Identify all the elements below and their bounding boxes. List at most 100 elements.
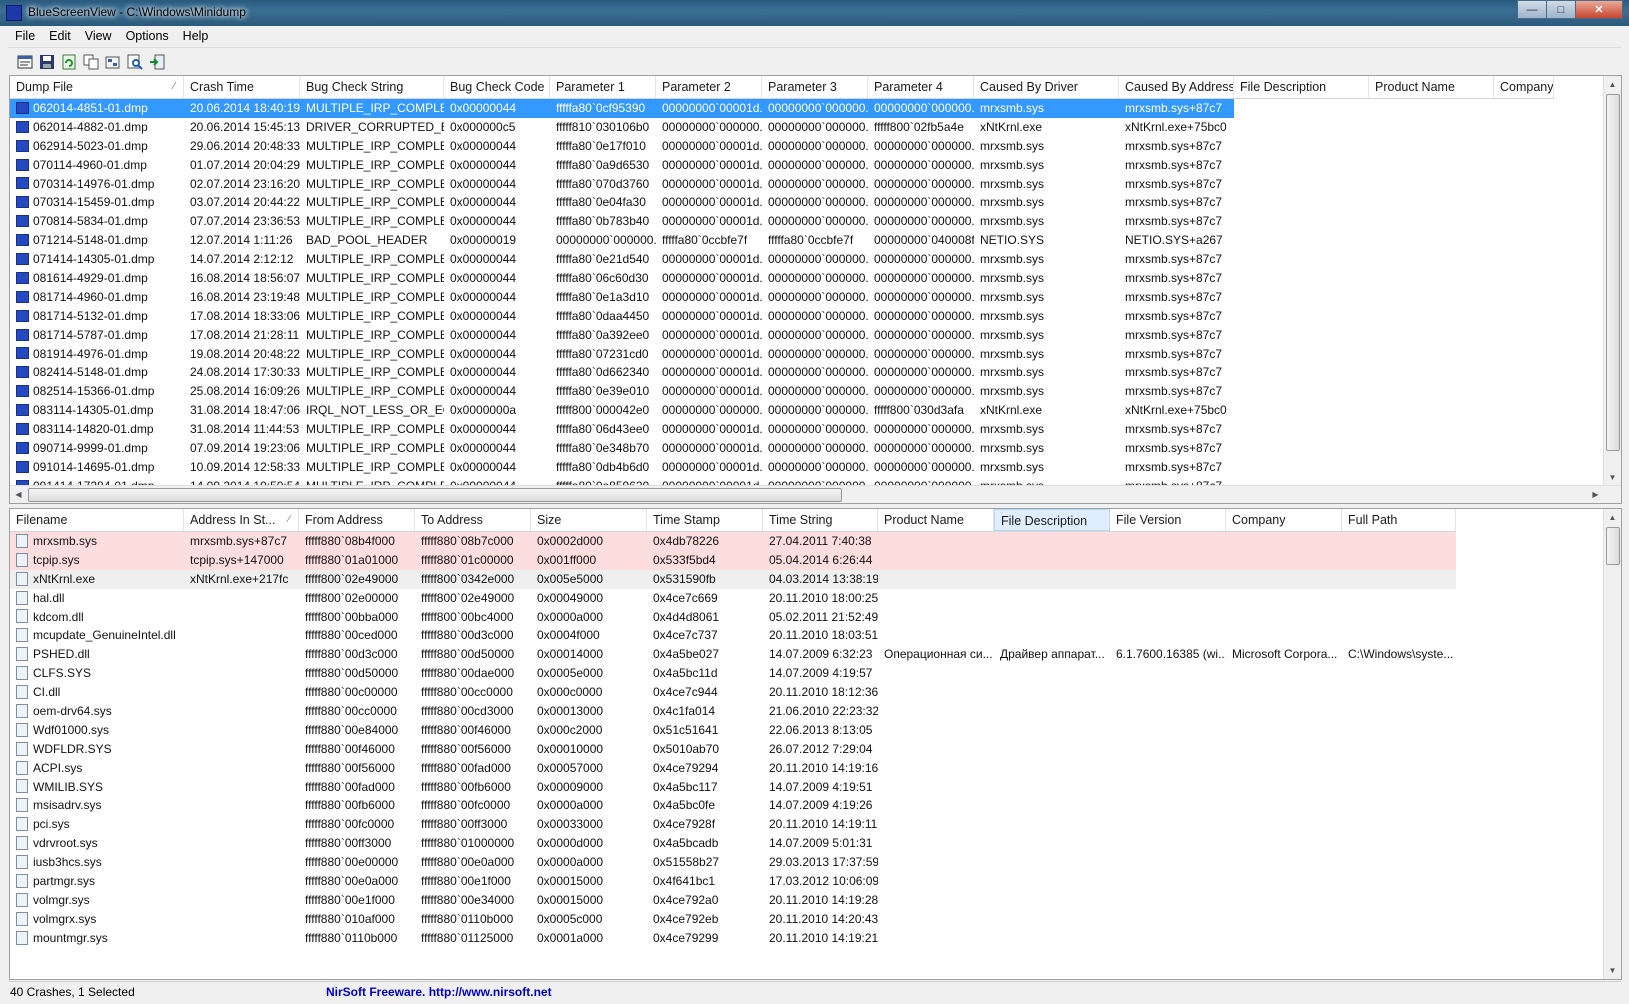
scroll-thumb[interactable]: [28, 488, 842, 502]
table-row[interactable]: 062014-4851-01.dmp 20.06.2014 18:40:19 MUL…: [10, 99, 1234, 118]
table-row[interactable]: 081614-4929-01.dmp 16.08.2014 18:56:07 MUL…: [10, 269, 1234, 288]
crash-list-horizontal-scrollbar[interactable]: ◀ ▶: [10, 485, 1621, 503]
table-row[interactable]: msisadrv.sys fffff880`00fb6000 fffff880`00…: [10, 796, 1456, 815]
table-row[interactable]: 091014-14695-01.dmp 10.09.2014 12:58:33 MU…: [10, 458, 1234, 477]
table-row[interactable]: tcpip.sys tcpip.sys+147000 fffff880`01a010…: [10, 550, 1456, 570]
menu-file[interactable]: File: [8, 27, 42, 47]
nirsoft-link[interactable]: NirSoft Freeware. http://www.nirsoft.net: [310, 985, 552, 999]
menu-view[interactable]: View: [78, 27, 119, 47]
properties-icon[interactable]: [16, 53, 34, 71]
table-row[interactable]: iusb3hcs.sys fffff880`00e00000 fffff880`00…: [10, 853, 1456, 872]
column-header-from-address[interactable]: From Address: [299, 509, 415, 531]
column-header-size[interactable]: Size: [531, 509, 647, 531]
scroll-down-icon[interactable]: ▼: [1604, 962, 1621, 979]
cell-address-in-st: [184, 626, 299, 645]
table-row[interactable]: 090714-9999-01.dmp 07.09.2014 19:23:06 MUL…: [10, 439, 1234, 458]
table-row[interactable]: 081714-4960-01.dmp 16.08.2014 23:19:48 MUL…: [10, 288, 1234, 307]
table-row[interactable]: mcupdate_GenuineIntel.dll fffff880`00ced0…: [10, 626, 1456, 645]
driver-list[interactable]: Filename Address In St... ⁄ From Address To …: [9, 508, 1622, 980]
column-header-company[interactable]: Company: [1226, 509, 1342, 531]
table-row[interactable]: vdrvroot.sys fffff880`00ff3000 fffff880`01…: [10, 834, 1456, 853]
table-row[interactable]: xNtKrnl.exe xNtKrnl.exe+217fc fffff800`02e…: [10, 569, 1456, 589]
table-row[interactable]: volmgr.sys fffff880`00e1f000 fffff880`00e3…: [10, 891, 1456, 910]
table-row[interactable]: CI.dll fffff880`00c00000 fffff880`00cc0000…: [10, 683, 1456, 702]
column-header-full-path[interactable]: Full Path: [1342, 509, 1456, 531]
table-row[interactable]: 071214-5148-01.dmp 12.07.2014 1:11:26 BAD_…: [10, 231, 1234, 250]
table-row[interactable]: 070314-14976-01.dmp 02.07.2014 23:16:20 MU…: [10, 175, 1234, 194]
table-row[interactable]: 070314-15459-01.dmp 03.07.2014 20:44:22 MU…: [10, 193, 1234, 212]
table-row[interactable]: kdcom.dll fffff800`00bba000 fffff800`00bc4…: [10, 608, 1456, 627]
column-header-file-description[interactable]: File Description: [994, 509, 1110, 531]
column-header-company[interactable]: Company: [1494, 76, 1554, 98]
driver-list-vertical-scrollbar[interactable]: ▲ ▼: [1603, 509, 1621, 979]
column-header-time-string[interactable]: Time String: [763, 509, 878, 531]
column-header-crash-time[interactable]: Crash Time: [184, 76, 300, 98]
table-row[interactable]: mrxsmb.sys mrxsmb.sys+87c7 fffff880`08b4f0…: [10, 532, 1456, 551]
table-row[interactable]: 062014-4882-01.dmp 20.06.2014 15:45:13 DRI…: [10, 118, 1234, 137]
column-header-time-stamp[interactable]: Time Stamp: [647, 509, 763, 531]
table-row[interactable]: oem-drv64.sys fffff880`00cc0000 fffff880`0…: [10, 702, 1456, 721]
crash-list[interactable]: Dump File ⁄ Crash Time Bug Check String Bug …: [9, 75, 1622, 504]
table-row[interactable]: ACPI.sys fffff880`00f56000 fffff880`00fad0…: [10, 759, 1456, 778]
maximize-button[interactable]: □: [1546, 0, 1576, 19]
table-row[interactable]: 070814-5834-01.dmp 07.07.2014 23:36:53 MUL…: [10, 212, 1234, 231]
table-row[interactable]: 081714-5132-01.dmp 17.08.2014 18:33:06 MUL…: [10, 307, 1234, 326]
table-row[interactable]: hal.dll fffff800`02e00000 fffff800`02e4900…: [10, 589, 1456, 608]
table-row[interactable]: 083114-14305-01.dmp 31.08.2014 18:47:06 IR…: [10, 401, 1234, 420]
table-row[interactable]: CLFS.SYS fffff880`00d50000 fffff880`00dae0…: [10, 664, 1456, 683]
scroll-up-icon[interactable]: ▲: [1604, 509, 1621, 526]
table-row[interactable]: mountmgr.sys fffff880`0110b000 fffff880`01…: [10, 929, 1456, 948]
column-header-bug-check-string[interactable]: Bug Check String: [300, 76, 444, 98]
column-header-product-name[interactable]: Product Name: [878, 509, 994, 531]
scroll-thumb[interactable]: [1606, 527, 1620, 565]
column-header-file-version[interactable]: File Version: [1110, 509, 1226, 531]
options-icon[interactable]: [104, 53, 122, 71]
column-header-caused-by-driver[interactable]: Caused By Driver: [974, 76, 1119, 98]
scroll-right-icon[interactable]: ▶: [1587, 486, 1604, 503]
refresh-icon[interactable]: [60, 53, 78, 71]
cell-file-description: [994, 796, 1110, 815]
column-header-product-name[interactable]: Product Name: [1369, 76, 1494, 98]
table-row[interactable]: partmgr.sys fffff880`00e0a000 fffff880`00e…: [10, 872, 1456, 891]
column-header-bug-check-code[interactable]: Bug Check Code: [444, 76, 550, 98]
menu-edit[interactable]: Edit: [42, 27, 78, 47]
table-row[interactable]: 082514-15366-01.dmp 25.08.2014 16:09:26 MU…: [10, 382, 1234, 401]
column-header-parameter-1[interactable]: Parameter 1: [550, 76, 656, 98]
scroll-up-icon[interactable]: ▲: [1604, 76, 1621, 93]
table-row[interactable]: pci.sys fffff880`00fc0000 fffff880`00ff300…: [10, 815, 1456, 834]
column-header-file-description[interactable]: File Description: [1234, 76, 1369, 98]
table-row[interactable]: volmgrx.sys fffff880`010af000 fffff880`011…: [10, 910, 1456, 929]
table-row[interactable]: 062914-5023-01.dmp 29.06.2014 20:48:33 MUL…: [10, 137, 1234, 156]
column-header-parameter-4[interactable]: Parameter 4: [868, 76, 974, 98]
column-header-dump-file[interactable]: Dump File ⁄: [10, 76, 184, 98]
table-row[interactable]: 081714-5787-01.dmp 17.08.2014 21:28:11 MUL…: [10, 326, 1234, 345]
menu-help[interactable]: Help: [176, 27, 216, 47]
column-header-filename[interactable]: Filename: [10, 509, 184, 531]
table-row[interactable]: Wdf01000.sys fffff880`00e84000 fffff880`00…: [10, 721, 1456, 740]
column-header-parameter-3[interactable]: Parameter 3: [762, 76, 868, 98]
close-button[interactable]: ✕: [1575, 0, 1623, 19]
column-header-parameter-2[interactable]: Parameter 2: [656, 76, 762, 98]
scroll-thumb[interactable]: [1606, 94, 1620, 451]
table-row[interactable]: WMILIB.SYS fffff880`00fad000 fffff880`00fb…: [10, 778, 1456, 797]
table-row[interactable]: 081914-4976-01.dmp 19.08.2014 20:48:22 MUL…: [10, 345, 1234, 364]
minimize-button[interactable]: —: [1517, 0, 1547, 19]
exit-icon[interactable]: [148, 53, 166, 71]
column-header-address-in-st[interactable]: Address In St... ⁄: [184, 509, 299, 531]
copy-icon[interactable]: [82, 53, 100, 71]
column-header-caused-by-address[interactable]: Caused By Address: [1119, 76, 1234, 98]
menu-options[interactable]: Options: [119, 27, 176, 47]
table-row[interactable]: 070114-4960-01.dmp 01.07.2014 20:04:29 MUL…: [10, 156, 1234, 175]
column-header-to-address[interactable]: To Address: [415, 509, 531, 531]
table-row[interactable]: WDFLDR.SYS fffff880`00f46000 fffff880`00f5…: [10, 740, 1456, 759]
save-icon[interactable]: [38, 53, 56, 71]
crash-list-vertical-scrollbar[interactable]: ▲ ▼: [1603, 76, 1621, 486]
scroll-left-icon[interactable]: ◀: [10, 486, 27, 503]
table-row[interactable]: 071414-14305-01.dmp 14.07.2014 2:12:12 MUL…: [10, 250, 1234, 269]
title-bar[interactable]: BlueScreenView - C:\Windows\Minidump — □…: [0, 0, 1629, 26]
table-row[interactable]: 082414-5148-01.dmp 24.08.2014 17:30:33 MUL…: [10, 363, 1234, 382]
find-icon[interactable]: [126, 53, 144, 71]
table-row[interactable]: 083114-14820-01.dmp 31.08.2014 11:44:53 MU…: [10, 420, 1234, 439]
table-row[interactable]: PSHED.dll fffff880`00d3c000 fffff880`00d50…: [10, 645, 1456, 664]
scroll-down-icon[interactable]: ▼: [1604, 469, 1621, 486]
